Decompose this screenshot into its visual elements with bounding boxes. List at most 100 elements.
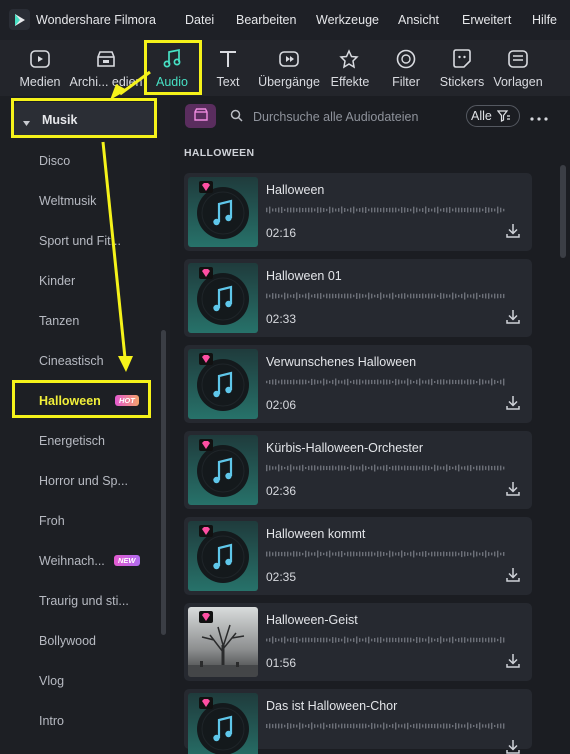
download-icon[interactable] [505, 394, 521, 412]
track-title: Kürbis-Halloween-Orchester [266, 441, 424, 455]
track-thumbnail [188, 435, 258, 505]
filter-label: Alle [471, 109, 492, 123]
premium-gem-icon [199, 439, 213, 451]
sidebar-item-cineastisch[interactable]: Cineastisch [39, 354, 104, 368]
transition-icon [277, 48, 301, 70]
premium-gem-icon [199, 611, 213, 623]
download-icon[interactable] [505, 308, 521, 326]
musik-highlight [11, 98, 157, 138]
tab-vorlagen[interactable]: Vorlagen [492, 40, 544, 96]
audio-tab-highlight [144, 40, 202, 95]
media-icon [28, 48, 52, 70]
waveform [266, 289, 508, 300]
sidebar-item-froh[interactable]: Froh [39, 514, 65, 528]
filter-dropdown[interactable]: Alle [466, 105, 520, 127]
sidebar-item-vlog[interactable]: Vlog [39, 674, 64, 688]
track-duration: 02:33 [266, 312, 297, 326]
sidebar-item-sport[interactable]: Sport und Fit... [39, 234, 121, 248]
waveform [266, 375, 508, 386]
section-title: HALLOWEEN [184, 147, 255, 159]
tab-label: Filter [392, 75, 420, 89]
menu-erweitert[interactable]: Erweitert [462, 13, 511, 27]
premium-gem-icon [199, 267, 213, 279]
sidebar-scrollbar[interactable] [161, 330, 166, 635]
track-duration: 02:36 [266, 484, 297, 498]
track-thumbnail [188, 263, 258, 333]
sidebar-item-traurig[interactable]: Traurig und sti... [39, 594, 129, 608]
menu-bearbeiten[interactable]: Bearbeiten [236, 13, 296, 27]
media-toolbar: Medien Archi... edien Audio Text Übergän… [0, 40, 570, 96]
sidebar-item-bollywood[interactable]: Bollywood [39, 634, 96, 648]
track-title: Das ist Halloween-Chor [266, 699, 398, 713]
track-thumbnail [188, 607, 258, 677]
title-bar: Wondershare Filmora Datei Bearbeiten Wer… [0, 0, 570, 40]
text-icon [216, 48, 240, 70]
download-icon[interactable] [505, 738, 521, 754]
track-duration: 01:56 [266, 656, 297, 670]
track-duration: 02:06 [266, 398, 297, 412]
sidebar-item-kinder[interactable]: Kinder [39, 274, 75, 288]
search-icon [230, 109, 243, 125]
tab-label: Stickers [439, 75, 485, 89]
audio-track-card[interactable]: Das ist Halloween-Chor [184, 689, 532, 754]
more-options-icon[interactable] [530, 108, 550, 124]
tab-label: Vorlagen [493, 75, 543, 89]
tab-uebergaenge[interactable]: Übergänge [256, 40, 322, 96]
tab-effekte[interactable]: Effekte [328, 40, 372, 96]
download-icon[interactable] [505, 480, 521, 498]
audio-track-card[interactable]: Kürbis-Halloween-Orchester 02:36 [184, 431, 532, 509]
app-title: Wondershare Filmora [36, 13, 156, 27]
store-icon [193, 108, 208, 124]
premium-gem-icon [199, 353, 213, 365]
sidebar-item-disco[interactable]: Disco [39, 154, 70, 168]
waveform [266, 461, 508, 472]
template-icon [506, 48, 530, 70]
tab-medien[interactable]: Medien [16, 40, 64, 96]
menu-hilfe[interactable]: Hilfe [532, 13, 557, 27]
audio-track-card[interactable]: Halloween 01 02:33 [184, 259, 532, 337]
track-title: Halloween 01 [266, 269, 342, 283]
waveform [266, 633, 508, 644]
menu-werkzeuge[interactable]: Werkzeuge [316, 13, 379, 27]
premium-gem-icon [199, 525, 213, 537]
track-duration: 02:35 [266, 570, 297, 584]
sidebar-item-energetisch[interactable]: Energetisch [39, 434, 105, 448]
archive-icon [94, 48, 118, 70]
download-icon[interactable] [505, 222, 521, 240]
waveform [266, 547, 508, 558]
filter-funnel-icon [496, 110, 511, 125]
tab-label: Text [216, 75, 240, 89]
audio-track-card[interactable]: Halloween 02:16 [184, 173, 532, 251]
audio-track-card[interactable]: Halloween-Geist 01:56 [184, 603, 532, 681]
effects-icon [338, 48, 362, 70]
search-input[interactable]: Durchsuche alle Audiodateien [253, 110, 418, 124]
premium-gem-icon [199, 697, 213, 709]
download-icon[interactable] [505, 652, 521, 670]
track-duration: 02:16 [266, 226, 297, 240]
sidebar-item-weltmusik[interactable]: Weltmusik [39, 194, 96, 208]
tab-filter[interactable]: Filter [386, 40, 426, 96]
track-thumbnail [188, 177, 258, 247]
tab-stickers[interactable]: Stickers [438, 40, 486, 96]
track-title: Verwunschenes Halloween [266, 355, 417, 369]
store-button[interactable] [185, 104, 216, 128]
filmora-logo-icon [9, 9, 30, 30]
menu-ansicht[interactable]: Ansicht [398, 13, 439, 27]
tab-label: Archi... edien [69, 75, 143, 89]
premium-gem-icon [199, 181, 213, 193]
content-scrollbar[interactable] [560, 165, 566, 258]
download-icon[interactable] [505, 566, 521, 584]
audio-track-card[interactable]: Halloween kommt 02:35 [184, 517, 532, 595]
halloween-highlight [12, 380, 151, 418]
filter-icon [394, 48, 418, 70]
menu-datei[interactable]: Datei [185, 13, 214, 27]
tab-label: Medien [19, 75, 61, 89]
audio-track-card[interactable]: Verwunschenes Halloween 02:06 [184, 345, 532, 423]
sidebar-item-tanzen[interactable]: Tanzen [39, 314, 79, 328]
tab-archiv-medien[interactable]: Archi... edien [69, 40, 143, 96]
tab-text[interactable]: Text [208, 40, 248, 96]
sidebar-item-weihnachten[interactable]: Weihnach... [39, 554, 105, 568]
track-title: Halloween kommt [266, 527, 366, 541]
sidebar-item-intro[interactable]: Intro [39, 714, 64, 728]
sidebar-item-horror[interactable]: Horror und Sp... [39, 474, 128, 488]
